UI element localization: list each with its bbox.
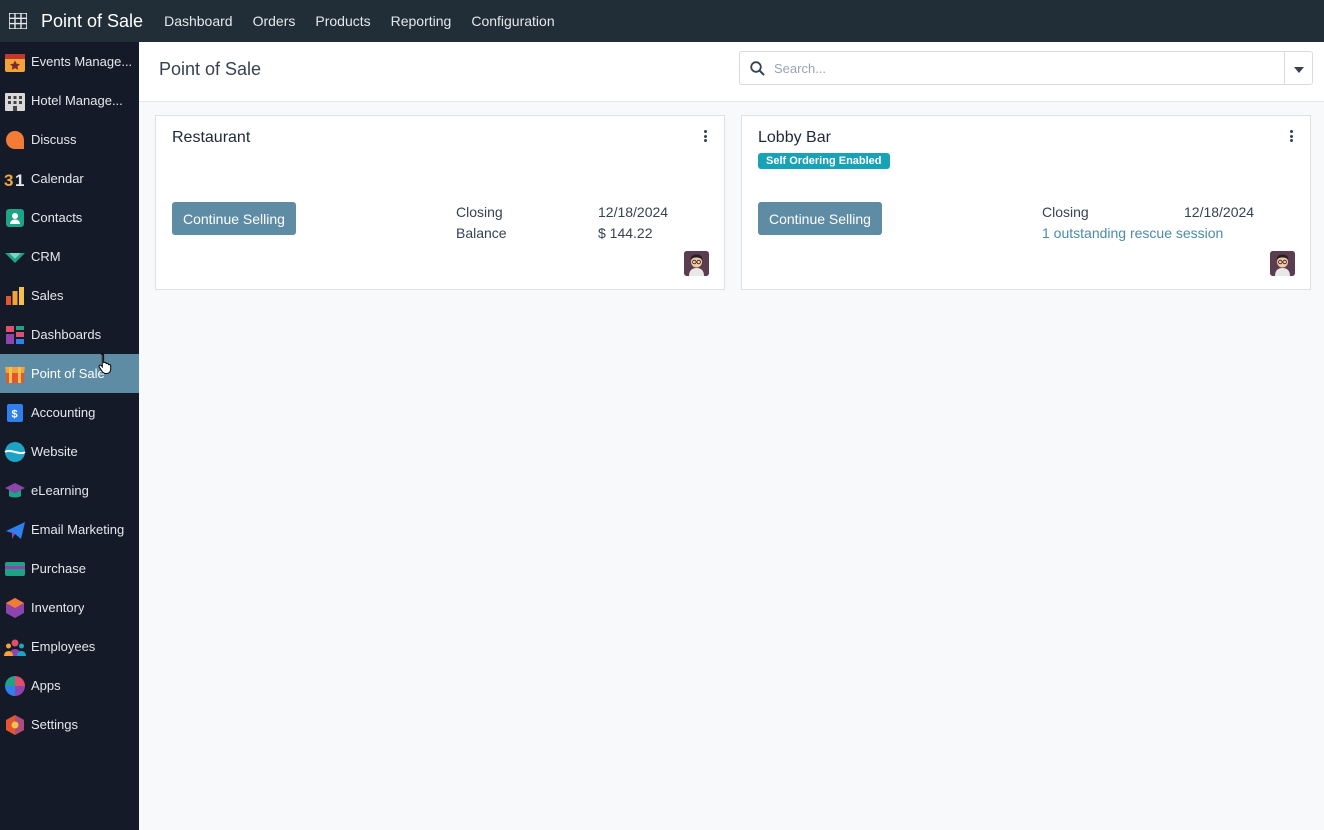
menu-products[interactable]: Products <box>305 0 380 42</box>
search-input[interactable] <box>774 52 1284 84</box>
balance-value: $ 144.22 <box>598 225 653 241</box>
sidebar-item-label: Employees <box>31 639 96 654</box>
sidebar-item-label: eLearning <box>31 483 89 498</box>
hotel-icon <box>4 90 26 112</box>
control-panel: Point of Sale <box>139 42 1324 102</box>
pos-card-restaurant: Restaurant Continue Selling Closing 12/1… <box>155 115 725 290</box>
sidebar-item-settings[interactable]: Settings <box>0 705 139 744</box>
sidebar-item-label: Purchase <box>31 561 86 576</box>
elearning-icon <box>4 480 26 502</box>
search-options-toggle[interactable] <box>1284 52 1312 84</box>
card-options-icon[interactable] <box>1286 128 1296 144</box>
sidebar-item-website[interactable]: Website <box>0 432 139 471</box>
sidebar-item-label: Inventory <box>31 600 85 615</box>
app-sidebar: Events Manage... Hotel Manage... Discuss… <box>0 42 139 830</box>
pos-card-title: Restaurant <box>172 129 251 146</box>
menu-dashboard[interactable]: Dashboard <box>154 0 243 42</box>
pos-icon <box>4 363 26 385</box>
settings-icon <box>4 714 26 736</box>
sidebar-item-discuss[interactable]: Discuss <box>0 120 139 159</box>
sidebar-item-elearning[interactable]: eLearning <box>0 471 139 510</box>
closing-label: Closing <box>1042 204 1089 220</box>
sidebar-item-crm[interactable]: CRM <box>0 237 139 276</box>
crm-icon <box>4 246 26 268</box>
purchase-icon <box>4 558 26 580</box>
svg-text:$: $ <box>12 408 18 420</box>
website-icon <box>4 441 26 463</box>
closing-label: Closing <box>456 204 503 220</box>
calendar-icon: 31 <box>4 168 26 190</box>
sidebar-item-label: Hotel Manage... <box>31 93 123 108</box>
sales-icon <box>4 285 26 307</box>
sidebar-item-label: Email Marketing <box>31 522 125 537</box>
sidebar-item-label: Discuss <box>31 132 77 147</box>
discuss-icon <box>4 129 26 151</box>
dashboards-icon <box>4 324 26 346</box>
user-avatar[interactable] <box>1270 251 1295 276</box>
sidebar-item-label: Sales <box>31 288 64 303</box>
menu-reporting[interactable]: Reporting <box>381 0 462 42</box>
svg-text:3: 3 <box>4 171 13 190</box>
closing-date: 12/18/2024 <box>598 204 669 220</box>
sidebar-item-label: Calendar <box>31 171 84 186</box>
sidebar-item-inventory[interactable]: Inventory <box>0 588 139 627</box>
search-icon <box>740 60 774 76</box>
sidebar-item-label: Dashboards <box>31 327 102 342</box>
pos-card-title: Lobby Bar <box>758 129 831 146</box>
search-bar <box>739 51 1313 85</box>
app-title[interactable]: Point of Sale <box>41 11 143 32</box>
card-options-icon[interactable] <box>700 128 710 144</box>
rescue-session-link[interactable]: 1 outstanding rescue session <box>1042 225 1223 241</box>
events-icon <box>4 51 26 73</box>
sidebar-item-hotel[interactable]: Hotel Manage... <box>0 81 139 120</box>
inventory-icon <box>4 597 26 619</box>
sidebar-item-sales[interactable]: Sales <box>0 276 139 315</box>
page-title: Point of Sale <box>159 59 262 79</box>
main-menu: Dashboard Orders Products Reporting Conf… <box>154 0 565 42</box>
balance-label: Balance <box>456 225 507 241</box>
sidebar-item-employees[interactable]: Employees <box>0 627 139 666</box>
menu-configuration[interactable]: Configuration <box>461 0 564 42</box>
accounting-icon: $ <box>4 402 26 424</box>
sidebar-item-label: Settings <box>31 717 78 732</box>
sidebar-item-purchase[interactable]: Purchase <box>0 549 139 588</box>
continue-selling-button[interactable]: Continue Selling <box>758 202 882 235</box>
user-avatar[interactable] <box>684 251 709 276</box>
closing-date: 12/18/2024 <box>1184 204 1255 220</box>
top-navbar: Point of Sale Dashboard Orders Products … <box>0 0 1324 42</box>
self-ordering-badge: Self Ordering Enabled <box>758 153 890 169</box>
pos-card-lobby-bar: Lobby Bar Self Ordering Enabled Continue… <box>741 115 1311 290</box>
sidebar-item-email-marketing[interactable]: Email Marketing <box>0 510 139 549</box>
svg-text:1: 1 <box>15 171 24 190</box>
sidebar-item-label: Events Manage... <box>31 54 133 69</box>
sidebar-item-label: CRM <box>31 249 61 264</box>
sidebar-item-accounting[interactable]: $ Accounting <box>0 393 139 432</box>
sidebar-item-point-of-sale[interactable]: Point of Sale <box>0 354 139 393</box>
sidebar-item-label: Contacts <box>31 210 83 225</box>
sidebar-item-label: Point of Sale <box>31 366 105 381</box>
sidebar-item-contacts[interactable]: Contacts <box>0 198 139 237</box>
caret-down-icon <box>1293 60 1304 76</box>
email-marketing-icon <box>4 519 26 541</box>
sidebar-item-label: Website <box>31 444 78 459</box>
app-grid-icon[interactable] <box>0 0 36 42</box>
sidebar-item-apps[interactable]: Apps <box>0 666 139 705</box>
sidebar-item-label: Accounting <box>31 405 96 420</box>
sidebar-item-label: Apps <box>31 678 61 693</box>
sidebar-item-dashboards[interactable]: Dashboards <box>0 315 139 354</box>
contacts-icon <box>4 207 26 229</box>
employees-icon <box>4 636 26 658</box>
sidebar-item-calendar[interactable]: 31 Calendar <box>0 159 139 198</box>
menu-orders[interactable]: Orders <box>243 0 306 42</box>
sidebar-item-events[interactable]: Events Manage... <box>0 42 139 81</box>
continue-selling-button[interactable]: Continue Selling <box>172 202 296 235</box>
apps-icon <box>4 675 26 697</box>
